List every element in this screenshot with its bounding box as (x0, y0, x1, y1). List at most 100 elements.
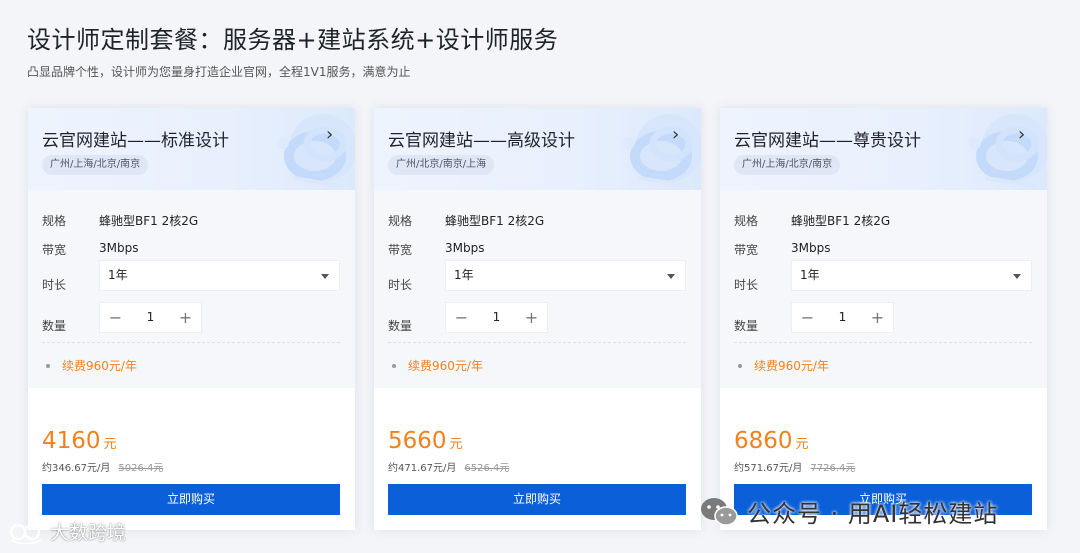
price-unit: 元 (103, 437, 117, 452)
spec-label: 规格 (388, 214, 413, 228)
quantity-value[interactable]: 1 (477, 303, 516, 332)
price-value: 4160 (42, 428, 101, 454)
monthly-price: 约571.67元/月 7726.4元 (734, 459, 855, 474)
duration-value: 1年 (454, 268, 474, 282)
watermark-left: 大数跨境 (8, 518, 126, 545)
buy-button[interactable]: 立即购买 (42, 484, 340, 515)
renewal-note: 续费960元/年 (388, 357, 483, 374)
original-price: 7726.4元 (810, 463, 856, 474)
cloud-decoration-icon (277, 114, 355, 188)
increment-button[interactable]: + (170, 303, 201, 332)
duration-select[interactable]: 1年 (445, 260, 686, 291)
spec-value: 蜂驰型BF1 2核2G (791, 214, 891, 228)
duration-label: 时长 (388, 278, 413, 292)
quantity-stepper: − 1 + (791, 302, 894, 333)
spec-label: 规格 (42, 214, 67, 228)
original-price: 6526.4元 (464, 463, 510, 474)
renewal-text: 续费960元/年 (754, 359, 829, 373)
watermark-right-text: 公众号 · 用AI轻松建站 (747, 500, 999, 528)
decrement-button[interactable]: − (792, 303, 823, 332)
price-unit: 元 (795, 437, 809, 452)
price-value: 6860 (734, 428, 793, 454)
page-title: 设计师定制套餐：服务器+建站系统+设计师服务 (27, 26, 559, 54)
card-header[interactable]: 云官网建站——标准设计 › 广州/上海/北京/南京 (28, 108, 355, 190)
card-header[interactable]: 云官网建站——尊贵设计 › 广州/上海/北京/南京 (720, 108, 1047, 190)
quantity-value[interactable]: 1 (823, 303, 862, 332)
decrement-button[interactable]: − (100, 303, 131, 332)
package-card-standard: 云官网建站——标准设计 › 广州/上海/北京/南京 规格 蜂驰型BF1 2核2G… (28, 108, 355, 530)
chevron-right-icon[interactable]: › (1018, 125, 1025, 145)
quantity-label: 数量 (42, 319, 67, 333)
card-footer: 4160 元 约346.67元/月 5026.4元 立即购买 (28, 388, 355, 530)
bullet-icon (392, 363, 396, 368)
caret-down-icon (667, 274, 675, 279)
increment-button[interactable]: + (516, 303, 547, 332)
price-value: 5660 (388, 428, 447, 454)
divider (388, 342, 686, 343)
bullet-icon (738, 363, 742, 368)
caret-down-icon (321, 274, 329, 279)
card-title: 云官网建站——尊贵设计 (734, 131, 921, 151)
divider (42, 342, 340, 343)
cloud-decoration-icon (623, 114, 701, 188)
renewal-note: 续费960元/年 (42, 357, 137, 374)
renewal-text: 续费960元/年 (408, 359, 483, 373)
watermark-left-text: 大数跨境 (50, 522, 127, 544)
bullet-icon (46, 363, 50, 368)
price-unit: 元 (449, 437, 463, 452)
duration-label: 时长 (42, 278, 67, 292)
spec-value: 蜂驰型BF1 2核2G (445, 214, 545, 228)
brand-logo-icon (9, 523, 42, 544)
card-title: 云官网建站——标准设计 (42, 131, 229, 151)
chevron-right-icon[interactable]: › (672, 125, 679, 145)
package-card-advanced: 云官网建站——高级设计 › 广州/北京/南京/上海 规格 蜂驰型BF1 2核2G… (374, 108, 701, 530)
card-title: 云官网建站——高级设计 (388, 131, 575, 151)
bandwidth-label: 带宽 (388, 243, 413, 257)
spec-label: 规格 (734, 214, 759, 228)
decrement-button[interactable]: − (446, 303, 477, 332)
monthly-value: 约471.67元/月 (388, 463, 457, 474)
duration-select[interactable]: 1年 (99, 260, 340, 291)
watermark-right: 公众号 · 用AI轻松建站 (699, 494, 998, 529)
renewal-text: 续费960元/年 (62, 359, 137, 373)
monthly-price: 约346.67元/月 5026.4元 (42, 459, 163, 474)
price: 4160 元 (42, 428, 117, 454)
duration-select[interactable]: 1年 (791, 260, 1032, 291)
duration-label: 时长 (734, 278, 759, 292)
cloud-decoration-icon (969, 114, 1047, 188)
divider (734, 342, 1032, 343)
duration-value: 1年 (800, 268, 820, 282)
original-price: 5026.4元 (118, 463, 164, 474)
quantity-stepper: − 1 + (445, 302, 548, 333)
card-config: 规格 蜂驰型BF1 2核2G 带宽 3Mbps 时长 1年 数量 − 1 + 续… (374, 190, 701, 388)
quantity-stepper: − 1 + (99, 302, 202, 333)
monthly-price: 约471.67元/月 6526.4元 (388, 459, 509, 474)
bandwidth-value: 3Mbps (791, 241, 831, 255)
monthly-value: 约571.67元/月 (734, 463, 803, 474)
bandwidth-label: 带宽 (734, 243, 759, 257)
quantity-label: 数量 (388, 319, 413, 333)
monthly-value: 约346.67元/月 (42, 463, 111, 474)
package-card-premium: 云官网建站——尊贵设计 › 广州/上海/北京/南京 规格 蜂驰型BF1 2核2G… (720, 108, 1047, 530)
buy-button[interactable]: 立即购买 (388, 484, 686, 515)
caret-down-icon (1013, 274, 1021, 279)
bandwidth-value: 3Mbps (445, 241, 485, 255)
wechat-icon (701, 497, 738, 526)
increment-button[interactable]: + (862, 303, 893, 332)
card-config: 规格 蜂驰型BF1 2核2G 带宽 3Mbps 时长 1年 数量 − 1 + 续… (720, 190, 1047, 388)
renewal-note: 续费960元/年 (734, 357, 829, 374)
quantity-value[interactable]: 1 (131, 303, 170, 332)
bandwidth-value: 3Mbps (99, 241, 139, 255)
chevron-right-icon[interactable]: › (326, 125, 333, 145)
region-tag: 广州/北京/南京/上海 (388, 155, 495, 175)
package-cards: 云官网建站——标准设计 › 广州/上海/北京/南京 规格 蜂驰型BF1 2核2G… (28, 108, 1048, 530)
page-subtitle: 凸显品牌个性，设计师为您量身打造企业官网，全程1V1服务，满意为止 (27, 65, 411, 79)
card-config: 规格 蜂驰型BF1 2核2G 带宽 3Mbps 时长 1年 数量 − 1 + 续… (28, 190, 355, 388)
spec-value: 蜂驰型BF1 2核2G (99, 214, 199, 228)
quantity-label: 数量 (734, 319, 759, 333)
region-tag: 广州/上海/北京/南京 (42, 155, 149, 175)
duration-value: 1年 (108, 268, 128, 282)
card-header[interactable]: 云官网建站——高级设计 › 广州/北京/南京/上海 (374, 108, 701, 190)
card-footer: 5660 元 约471.67元/月 6526.4元 立即购买 (374, 388, 701, 530)
region-tag: 广州/上海/北京/南京 (734, 155, 841, 175)
